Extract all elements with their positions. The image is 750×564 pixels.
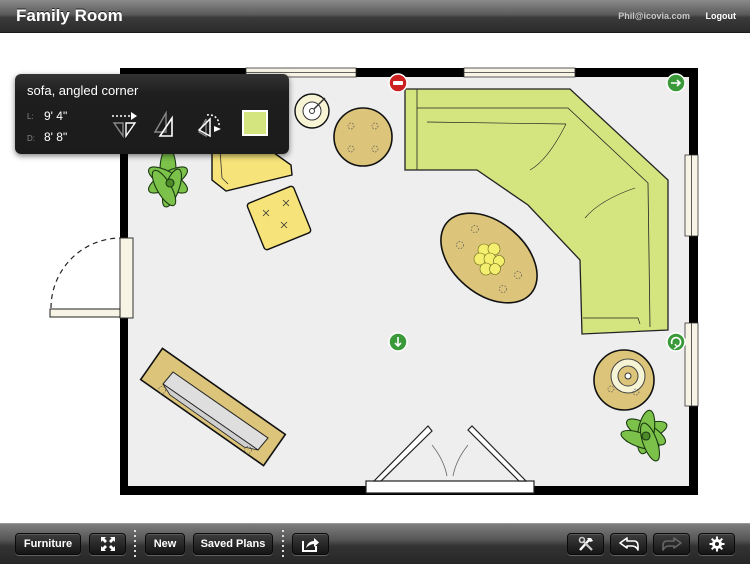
logout-link[interactable]: Logout (706, 11, 737, 21)
flip-horizontal-icon[interactable] (110, 110, 140, 140)
saved-plans-button[interactable]: Saved Plans (193, 533, 273, 555)
length-value[interactable]: 9' 4" (44, 109, 67, 123)
share-button[interactable] (292, 533, 329, 555)
floor-lamp[interactable] (294, 93, 330, 129)
redo-arrow-icon (661, 537, 682, 551)
expand-arrows-icon (100, 537, 115, 551)
left-door[interactable] (49, 237, 134, 319)
header-bar: Family Room Phil@icovia.com Logout (0, 0, 750, 33)
gear-icon (709, 536, 724, 552)
depth-label: D: (27, 134, 35, 143)
color-swatch[interactable] (242, 110, 268, 136)
toolbar-separator (134, 530, 136, 560)
length-label: L: (27, 112, 34, 121)
rotate-handle[interactable] (666, 332, 686, 352)
delete-handle[interactable] (388, 73, 408, 93)
hammer-wrench-icon (578, 536, 593, 551)
redo-button[interactable] (653, 533, 690, 555)
settings-button[interactable] (698, 533, 735, 555)
selection-popup: sofa, angled corner L: 9' 4" D: 8' 8" (15, 74, 289, 154)
furniture-button[interactable]: Furniture (15, 533, 81, 555)
new-plan-button[interactable]: New (145, 533, 185, 555)
share-export-icon (301, 538, 319, 552)
end-table-with-lamp[interactable] (593, 349, 655, 411)
resize-width-handle[interactable] (666, 73, 686, 93)
undo-arrow-icon (618, 537, 639, 551)
depth-value[interactable]: 8' 8" (44, 130, 67, 144)
item-name: sofa, angled corner (27, 83, 139, 98)
mirror-icon[interactable] (152, 110, 182, 140)
undo-button[interactable] (610, 533, 647, 555)
bottom-toolbar: Furniture New Saved Plans (0, 523, 750, 564)
resize-depth-handle[interactable] (388, 332, 408, 352)
tools-button[interactable] (567, 533, 604, 555)
fullscreen-button[interactable] (89, 533, 126, 555)
rotate-icon[interactable] (195, 110, 225, 140)
page-title: Family Room (16, 6, 123, 25)
end-table-round-top[interactable] (333, 107, 393, 167)
toolbar-separator (282, 530, 284, 560)
user-email: Phil@icovia.com (618, 11, 690, 21)
